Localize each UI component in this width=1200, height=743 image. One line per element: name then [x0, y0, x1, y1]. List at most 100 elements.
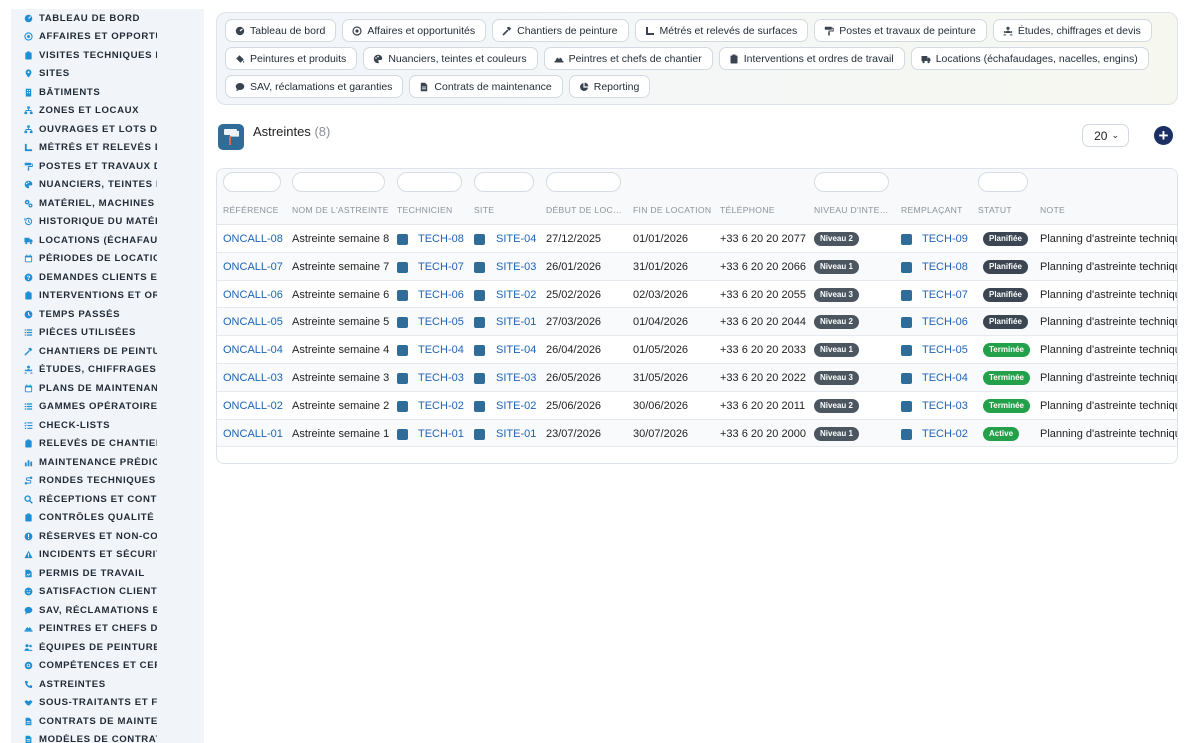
technician-link[interactable]: TECH-03	[418, 372, 464, 384]
replacement-link[interactable]: TECH-04	[922, 372, 968, 384]
sidebar-item-sites[interactable]: Sites	[11, 65, 204, 84]
site-link[interactable]: SITE-03	[496, 372, 536, 384]
sidebar-item-rondes-techniques[interactable]: Rondes techniques	[11, 472, 204, 491]
table-row[interactable]: ONCALL-03 Astreinte semaine 3 TECH-03 SI…	[217, 363, 1177, 392]
sidebar-item-sav-reclamations-et-garanties[interactable]: SAV, réclamations et garanties	[11, 601, 204, 620]
sidebar-item-modeles-de-contrats[interactable]: Modèles de contrats	[11, 731, 204, 743]
reference-link[interactable]: ONCALL-01	[223, 428, 283, 440]
sidebar-item-peintres-et-chefs-de-chantier[interactable]: Peintres et chefs de chantier	[11, 620, 204, 639]
site-link[interactable]: SITE-04	[496, 344, 536, 356]
sidebar-item-satisfaction-client[interactable]: Satisfaction client	[11, 583, 204, 602]
replacement-link[interactable]: TECH-08	[922, 261, 968, 273]
column-filter-input[interactable]	[292, 172, 385, 192]
table-row[interactable]: ONCALL-08 Astreinte semaine 8 TECH-08 SI…	[217, 225, 1177, 253]
column-header[interactable]: Fin de location	[633, 205, 711, 215]
sidebar-item-periodes-de-location[interactable]: Périodes de location	[11, 250, 204, 269]
sidebar-item-postes-et-travaux-de-peinture[interactable]: Postes et travaux de peinture	[11, 157, 204, 176]
reference-link[interactable]: ONCALL-04	[223, 344, 283, 356]
sidebar-item-tableau-de-bord[interactable]: Tableau de bord	[11, 9, 204, 28]
table-row[interactable]: ONCALL-02 Astreinte semaine 2 TECH-02 SI…	[217, 392, 1177, 420]
replacement-link[interactable]: TECH-05	[922, 344, 968, 356]
sidebar-item-pieces-utilisees[interactable]: Pièces utilisées	[11, 324, 204, 343]
sidebar-item-historique-du-materiel[interactable]: Historique du matériel	[11, 213, 204, 232]
reference-link[interactable]: ONCALL-08	[223, 233, 283, 245]
nav-chip-peintures-et-produits[interactable]: Peintures et produits	[225, 47, 358, 70]
sidebar-item-receptions-et-controles[interactable]: Réceptions et contrôles	[11, 490, 204, 509]
column-filter-input[interactable]	[223, 172, 281, 192]
sidebar-item-materiel-machines-et-outillage[interactable]: Matériel, machines et outillage	[11, 194, 204, 213]
technician-link[interactable]: TECH-01	[418, 428, 464, 440]
nav-chip-metres-et-releves-de-surfaces[interactable]: Métrés et relevés de surfaces	[634, 19, 809, 42]
sidebar-item-releves-de-chantier[interactable]: Relevés de chantier	[11, 435, 204, 454]
reference-link[interactable]: ONCALL-03	[223, 372, 283, 384]
table-row[interactable]: ONCALL-07 Astreinte semaine 7 TECH-07 SI…	[217, 252, 1177, 281]
nav-chip-tableau-de-bord[interactable]: Tableau de bord	[225, 19, 337, 42]
sidebar-item-astreintes[interactable]: Astreintes	[11, 675, 204, 694]
sidebar-item-zones-et-locaux[interactable]: Zones et locaux	[11, 102, 204, 121]
sidebar-item-ouvrages-et-lots-de-travaux[interactable]: Ouvrages et lots de travaux	[11, 120, 204, 139]
site-link[interactable]: SITE-01	[496, 428, 536, 440]
reference-link[interactable]: ONCALL-06	[223, 289, 283, 301]
column-header[interactable]: Référence	[223, 205, 279, 215]
column-header[interactable]: Niveau d'inte…	[814, 205, 889, 215]
add-button[interactable]: +	[1154, 126, 1173, 145]
sidebar-item-permis-de-travail[interactable]: Permis de travail	[11, 564, 204, 583]
nav-chip-contrats-de-maintenance[interactable]: Contrats de maintenance	[409, 75, 563, 98]
replacement-link[interactable]: TECH-02	[922, 428, 968, 440]
sidebar-item-controles-qualite-et-audits[interactable]: Contrôles qualité et audits	[11, 509, 204, 528]
site-link[interactable]: SITE-01	[496, 316, 536, 328]
nav-chip-affaires-et-opportunites[interactable]: Affaires et opportunités	[342, 19, 487, 42]
sidebar-item-etudes-chiffrages-et-devis[interactable]: Études, chiffrages et devis	[11, 361, 204, 380]
nav-chip-locations-echafaudages-nacelles-engins[interactable]: Locations (échafaudages, nacelles, engin…	[910, 47, 1149, 70]
technician-link[interactable]: TECH-02	[418, 400, 464, 412]
sidebar-item-interventions-et-ordres-de-travail[interactable]: Interventions et ordres de travail	[11, 287, 204, 306]
sidebar-item-gammes-operatoires[interactable]: Gammes opératoires	[11, 398, 204, 417]
sidebar-item-batiments[interactable]: Bâtiments	[11, 83, 204, 102]
column-header[interactable]: Technicien	[397, 205, 453, 215]
per-page-select[interactable]: 20 ⌄	[1082, 124, 1129, 147]
sidebar-item-sous-traitants-et-fournisseurs[interactable]: Sous-traitants et fournisseurs	[11, 694, 204, 713]
column-header[interactable]: Début de loc…	[546, 205, 622, 215]
site-link[interactable]: SITE-02	[496, 400, 536, 412]
sidebar-item-competences-et-certifications[interactable]: Compétences et certifications	[11, 657, 204, 676]
nav-chip-sav-reclamations-et-garanties[interactable]: SAV, réclamations et garanties	[225, 75, 404, 98]
nav-chip-etudes-chiffrages-et-devis[interactable]: Études, chiffrages et devis	[992, 19, 1152, 42]
column-filter-input[interactable]	[397, 172, 462, 192]
sidebar-item-equipes-de-peinture[interactable]: Équipes de peinture	[11, 638, 204, 657]
nav-chip-postes-et-travaux-de-peinture[interactable]: Postes et travaux de peinture	[814, 19, 987, 42]
nav-chip-reporting[interactable]: Reporting	[568, 75, 651, 98]
column-filter-input[interactable]	[978, 172, 1028, 192]
reference-link[interactable]: ONCALL-05	[223, 316, 283, 328]
table-row[interactable]: ONCALL-06 Astreinte semaine 6 TECH-06 SI…	[217, 281, 1177, 309]
sidebar-item-contrats-de-maintenance[interactable]: Contrats de maintenance	[11, 712, 204, 731]
sidebar-item-nuanciers-teintes-et-couleurs[interactable]: Nuanciers, teintes et couleurs	[11, 176, 204, 195]
nav-chip-interventions-et-ordres-de-travail[interactable]: Interventions et ordres de travail	[718, 47, 905, 70]
technician-link[interactable]: TECH-08	[418, 233, 464, 245]
technician-link[interactable]: TECH-07	[418, 261, 464, 273]
technician-link[interactable]: TECH-04	[418, 344, 464, 356]
sidebar-item-chantiers-de-peinture[interactable]: Chantiers de peinture	[11, 342, 204, 361]
sidebar-item-maintenance-predictive[interactable]: Maintenance prédictive	[11, 453, 204, 472]
sidebar-item-locations-echafaudages-nacelles-engins[interactable]: Locations (échafaudages, nacelles, engin…	[11, 231, 204, 250]
site-link[interactable]: SITE-02	[496, 289, 536, 301]
column-header[interactable]: Nom de l'astreinte	[292, 205, 389, 215]
column-filter-input[interactable]	[474, 172, 534, 192]
replacement-link[interactable]: TECH-07	[922, 289, 968, 301]
site-link[interactable]: SITE-03	[496, 261, 536, 273]
sidebar-item-temps-passes[interactable]: Temps passés	[11, 305, 204, 324]
replacement-link[interactable]: TECH-06	[922, 316, 968, 328]
table-row[interactable]: ONCALL-01 Astreinte semaine 1 TECH-01 SI…	[217, 419, 1177, 448]
replacement-link[interactable]: TECH-03	[922, 400, 968, 412]
site-link[interactable]: SITE-04	[496, 233, 536, 245]
technician-link[interactable]: TECH-05	[418, 316, 464, 328]
nav-chip-nuanciers-teintes-et-couleurs[interactable]: Nuanciers, teintes et couleurs	[363, 47, 538, 70]
sidebar-item-demandes-clients-et-interventions[interactable]: ? Demandes clients et interventions	[11, 268, 204, 287]
sidebar-item-visites-techniques-et-releves[interactable]: Visites techniques et relevés	[11, 46, 204, 65]
reference-link[interactable]: ONCALL-02	[223, 400, 283, 412]
sidebar-item-check-lists[interactable]: Check-lists	[11, 416, 204, 435]
column-header[interactable]: Site	[474, 205, 494, 215]
replacement-link[interactable]: TECH-09	[922, 233, 968, 245]
technician-link[interactable]: TECH-06	[418, 289, 464, 301]
column-filter-input[interactable]	[814, 172, 889, 192]
sidebar-item-incidents-et-securite[interactable]: Incidents et sécurité	[11, 546, 204, 565]
